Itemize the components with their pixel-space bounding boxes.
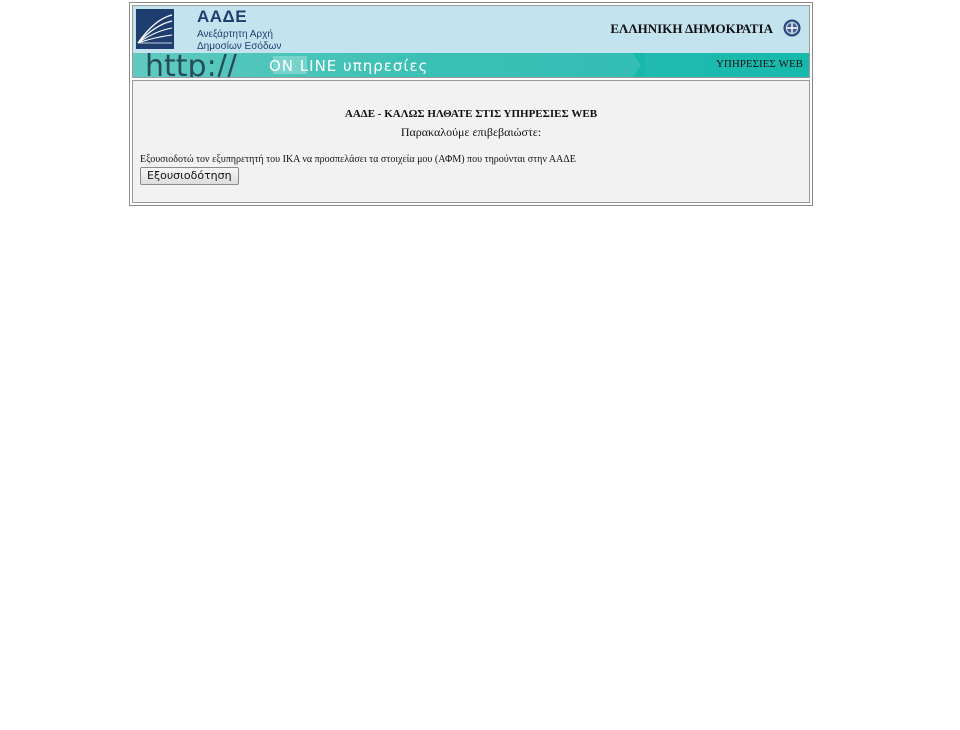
svg-text:ON LINE υπηρεσίες: ON LINE υπηρεσίες [269,57,428,75]
greek-emblem-icon [783,19,801,37]
page-frame: ΑΑΔΕ Ανεξάρτητη Αρχή Δημοσίων Εσόδων ΕΛΛ… [129,2,813,206]
welcome-heading: ΑΑΔΕ - ΚΑΛΩΣ ΗΛΘΑΤΕ ΣΤΙΣ ΥΠΗΡΕΣΙΕΣ WEB [344,108,598,120]
web-services-label: ΥΠΗΡΕΣΙΕΣ WEB [715,58,803,70]
online-services-banner: http:// ON LINE υπηρεσίες ΥΠΗΡΕΣΙΕΣ WEB [133,53,809,77]
org-name: ΑΑΔΕ [197,7,248,26]
http-online-graphic: http:// ON LINE υπηρεσίες [133,53,809,77]
aade-logo-icon [136,9,174,49]
svg-text:http://: http:// [145,53,238,77]
confirm-prompt: Παρακαλούμε επιβεβαιώστε: [400,125,542,139]
authorization-statement: Εξουσιοδοτώ τον εξυπηρετητή του ΙΚΑ να π… [140,154,576,165]
authorize-button[interactable]: Εξουσιοδότηση [140,167,239,185]
org-subtitle-line2: Δημοσίων Εσόδων [197,41,282,52]
site-header: ΑΑΔΕ Ανεξάρτητη Αρχή Δημοσίων Εσόδων ΕΛΛ… [132,5,810,78]
republic-title: ΕΛΛΗΝΙΚΗ ΔΗΜΟΚΡΑΤΙΑ [610,21,773,36]
content-panel: ΑΑΔΕ - ΚΑΛΩΣ ΗΛΘΑΤΕ ΣΤΙΣ ΥΠΗΡΕΣΙΕΣ WEB Π… [132,80,810,203]
org-subtitle-line1: Ανεξάρτητη Αρχή [197,29,273,40]
